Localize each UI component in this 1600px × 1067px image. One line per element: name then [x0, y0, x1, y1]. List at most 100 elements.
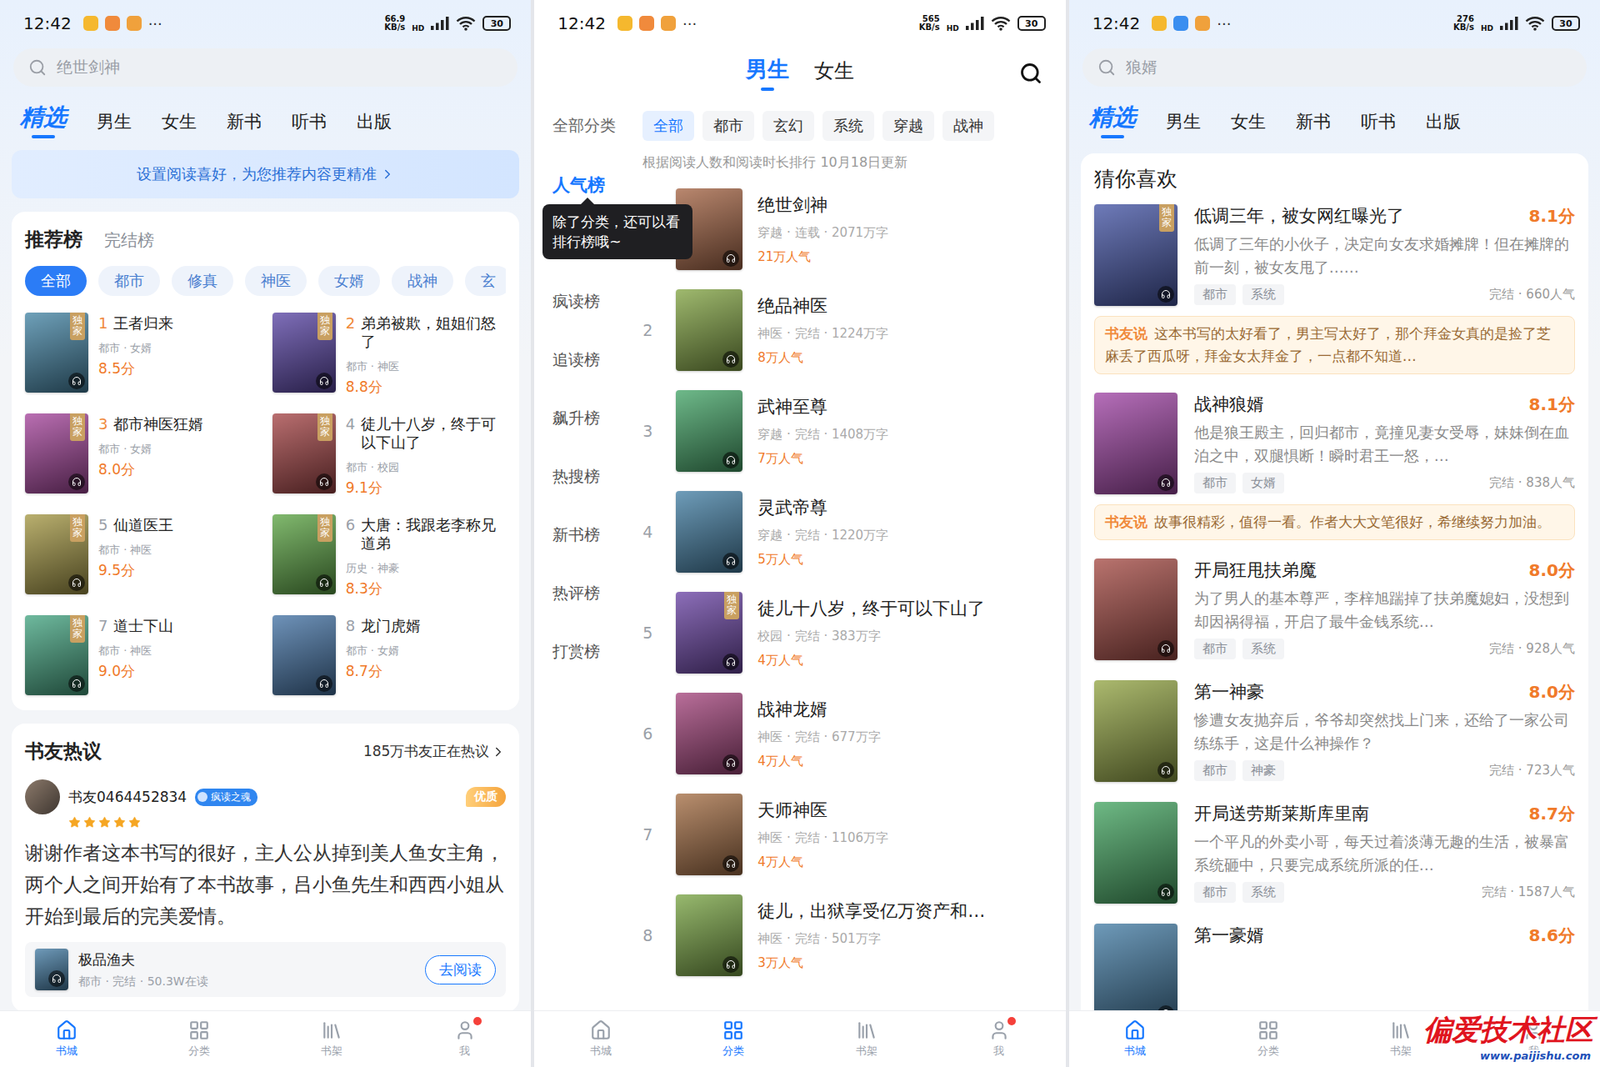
book-cover[interactable]	[675, 894, 743, 976]
category-chip[interactable]: 穿越	[882, 110, 935, 141]
rank-type-item[interactable]: 打赏榜	[534, 622, 643, 681]
channel-tab[interactable]: 男生	[1165, 110, 1201, 139]
book-cover[interactable]	[675, 390, 743, 472]
book-cover[interactable]: 独家	[1094, 204, 1178, 306]
genre-chip[interactable]: 战神	[391, 265, 454, 296]
book-cover[interactable]: 独家	[272, 514, 336, 595]
channel-tab[interactable]: 女生	[1230, 110, 1266, 139]
rank-book-item[interactable]: 3武神至尊穿越 · 完结 · 1408万字7万人气	[642, 380, 1065, 481]
channel-tab[interactable]: 听书	[1360, 110, 1396, 139]
genre-chip[interactable]: 女婿	[318, 265, 380, 296]
channel-tab[interactable]: 新书	[226, 110, 262, 139]
nav-item[interactable]: 书架	[265, 1010, 399, 1067]
rank-tab[interactable]: 推荐榜	[25, 226, 83, 253]
book-cover[interactable]	[1094, 680, 1178, 782]
channel-tab[interactable]: 精选	[1089, 101, 1136, 139]
rank-type-item[interactable]: 追读榜	[534, 330, 643, 390]
book-cover[interactable]: 独家	[25, 413, 89, 494]
rank-type-item[interactable]: 疯读榜	[534, 272, 643, 331]
book-item[interactable]: 独家1王者归来都市 · 女婿8.5分	[25, 312, 260, 397]
book-cover[interactable]	[35, 948, 69, 990]
book-cover[interactable]	[675, 490, 743, 573]
genre-chip[interactable]: 神医	[245, 265, 307, 296]
guess-book-item[interactable]: 开局狂甩扶弟魔8.0分为了男人的基本尊严，李梓旭踹掉了扶弟魔媳妇，没想到却因祸得…	[1094, 548, 1575, 670]
genre-chip[interactable]: 修真	[171, 265, 234, 296]
guess-book-item[interactable]: 独家低调三年，被女网红曝光了8.1分低调了三年的小伙子，决定向女友求婚摊牌！但在…	[1094, 194, 1575, 316]
comment-book[interactable]: 极品渔夫都市 · 完结 · 50.3W在读去阅读	[25, 941, 506, 997]
book-cover[interactable]: 独家	[25, 615, 89, 695]
guess-book-item[interactable]: 第一豪婿8.6分	[1094, 913, 1575, 1010]
rank-type-item[interactable]: 新书榜	[534, 505, 643, 565]
rank-type-item[interactable]: 热搜榜	[534, 447, 643, 506]
rank-book-item[interactable]: 7天师神医神医 · 完结 · 1106万字4万人气	[642, 783, 1065, 885]
channel-tab[interactable]: 听书	[291, 110, 327, 139]
book-cover[interactable]: 独家	[25, 514, 89, 595]
user-avatar[interactable]	[25, 779, 60, 815]
category-chip[interactable]: 系统	[822, 110, 875, 141]
book-cover[interactable]	[675, 793, 743, 875]
book-cover[interactable]	[675, 692, 743, 775]
book-cover[interactable]	[1094, 558, 1178, 660]
genre-chip[interactable]: 全部	[25, 265, 87, 296]
category-label[interactable]: 全部分类	[534, 115, 643, 137]
nav-item[interactable]: 分类	[1201, 1010, 1335, 1067]
book-item[interactable]: 独家4徒儿十八岁，终于可以下山了都市 · 校园9.1分	[272, 413, 507, 498]
channel-tab[interactable]: 出版	[356, 110, 392, 139]
book-cover[interactable]	[675, 289, 743, 371]
nav-item[interactable]: 我	[398, 1010, 531, 1067]
channel-tab[interactable]: 新书	[1295, 110, 1331, 139]
rank-type-item[interactable]: 飙升榜	[534, 389, 643, 448]
rank-book-item[interactable]: 8徒儿，出狱享受亿万资产和…神医 · 完结 · 501万字3万人气	[642, 884, 1065, 985]
book-item[interactable]: 8龙门虎婿都市 · 女婿8.7分	[272, 615, 507, 695]
nav-item[interactable]: 书城	[0, 1010, 133, 1067]
book-item[interactable]: 独家6大唐：我跟老李称兄道弟历史 · 神豪8.3分	[272, 514, 507, 599]
channel-tab[interactable]: 精选	[20, 101, 67, 139]
nav-item[interactable]: 书城	[1069, 1010, 1202, 1067]
read-button[interactable]: 去阅读	[425, 955, 496, 985]
nav-item[interactable]: 我	[932, 1010, 1065, 1067]
book-cover[interactable]: 独家	[272, 413, 336, 494]
nav-item[interactable]: 书架	[800, 1010, 933, 1067]
guess-book-item[interactable]: 开局送劳斯莱斯库里南8.7分一个平凡的外卖小哥，每天过着淡薄无趣的生活，被暴富系…	[1094, 791, 1575, 914]
channel-tab[interactable]: 出版	[1425, 110, 1461, 139]
book-cover[interactable]: 独家	[272, 312, 336, 393]
category-chip[interactable]: 全部	[642, 110, 695, 141]
book-item[interactable]: 独家3都市神医狂婿都市 · 女婿8.0分	[25, 413, 260, 498]
guess-book-item[interactable]: 第一神豪8.0分惨遭女友抛弃后，爷爷却突然找上门来，还给了一家公司练练手，这是什…	[1094, 670, 1575, 792]
book-item[interactable]: 独家2弟弟被欺，姐姐们怒了都市 · 神医8.8分	[272, 312, 507, 397]
gender-tab[interactable]: 女生	[814, 57, 855, 91]
nav-item[interactable]: 书架	[1334, 1010, 1467, 1067]
guess-book-item[interactable]: 战神狼婿8.1分他是狼王殿主，回归都市，竟撞见妻女受辱，妹妹倒在血泊之中，双腿惧…	[1094, 382, 1575, 505]
book-cover[interactable]	[1094, 923, 1178, 1010]
discussion-more-link[interactable]: 185万书友正在热议	[363, 741, 506, 761]
book-item[interactable]: 独家7道士下山都市 · 神医9.0分	[25, 615, 260, 695]
category-chip[interactable]: 都市	[702, 110, 755, 141]
book-cover[interactable]	[272, 615, 336, 695]
rank-tab[interactable]: 完结榜	[104, 229, 155, 252]
user-name[interactable]: 书友0464452834	[68, 787, 187, 807]
nav-item[interactable]: 分类	[667, 1010, 800, 1067]
category-chip[interactable]: 玄幻	[762, 110, 815, 141]
book-cover[interactable]: 独家	[675, 591, 743, 674]
nav-item[interactable]: 分类	[132, 1010, 265, 1067]
search-button[interactable]	[1019, 61, 1043, 85]
rank-book-item[interactable]: 绝世剑神穿越 · 连载 · 2071万字21万人气	[642, 178, 1065, 280]
rank-type-item[interactable]: 热评榜	[534, 564, 643, 623]
nav-item[interactable]: 书城	[534, 1010, 667, 1067]
preference-banner[interactable]: 设置阅读喜好，为您推荐内容更精准	[11, 150, 520, 199]
genre-chip[interactable]: 玄	[465, 265, 506, 296]
channel-tab[interactable]: 男生	[96, 110, 132, 139]
book-cover[interactable]: 独家	[25, 312, 89, 393]
genre-chip[interactable]: 都市	[98, 265, 160, 296]
search-field[interactable]: 狼婿	[1082, 48, 1587, 87]
book-item[interactable]: 独家5仙道医王都市 · 神医9.5分	[25, 514, 260, 599]
rank-book-item[interactable]: 2绝品神医神医 · 完结 · 1224万字8万人气	[642, 279, 1065, 380]
nav-item[interactable]: 我	[1467, 1010, 1600, 1067]
search-field[interactable]: 绝世剑神	[13, 48, 518, 87]
book-cover[interactable]	[1094, 801, 1178, 904]
gender-tab[interactable]: 男生	[745, 55, 790, 91]
rank-book-item[interactable]: 4灵武帝尊穿越 · 完结 · 1220万字5万人气	[642, 480, 1065, 582]
book-cover[interactable]	[1094, 392, 1178, 495]
rank-book-item[interactable]: 5独家徒儿十八岁，终于可以下山了校园 · 完结 · 383万字4万人气	[642, 581, 1065, 683]
rank-book-item[interactable]: 6战神龙婿神医 · 完结 · 677万字4万人气	[642, 682, 1065, 784]
